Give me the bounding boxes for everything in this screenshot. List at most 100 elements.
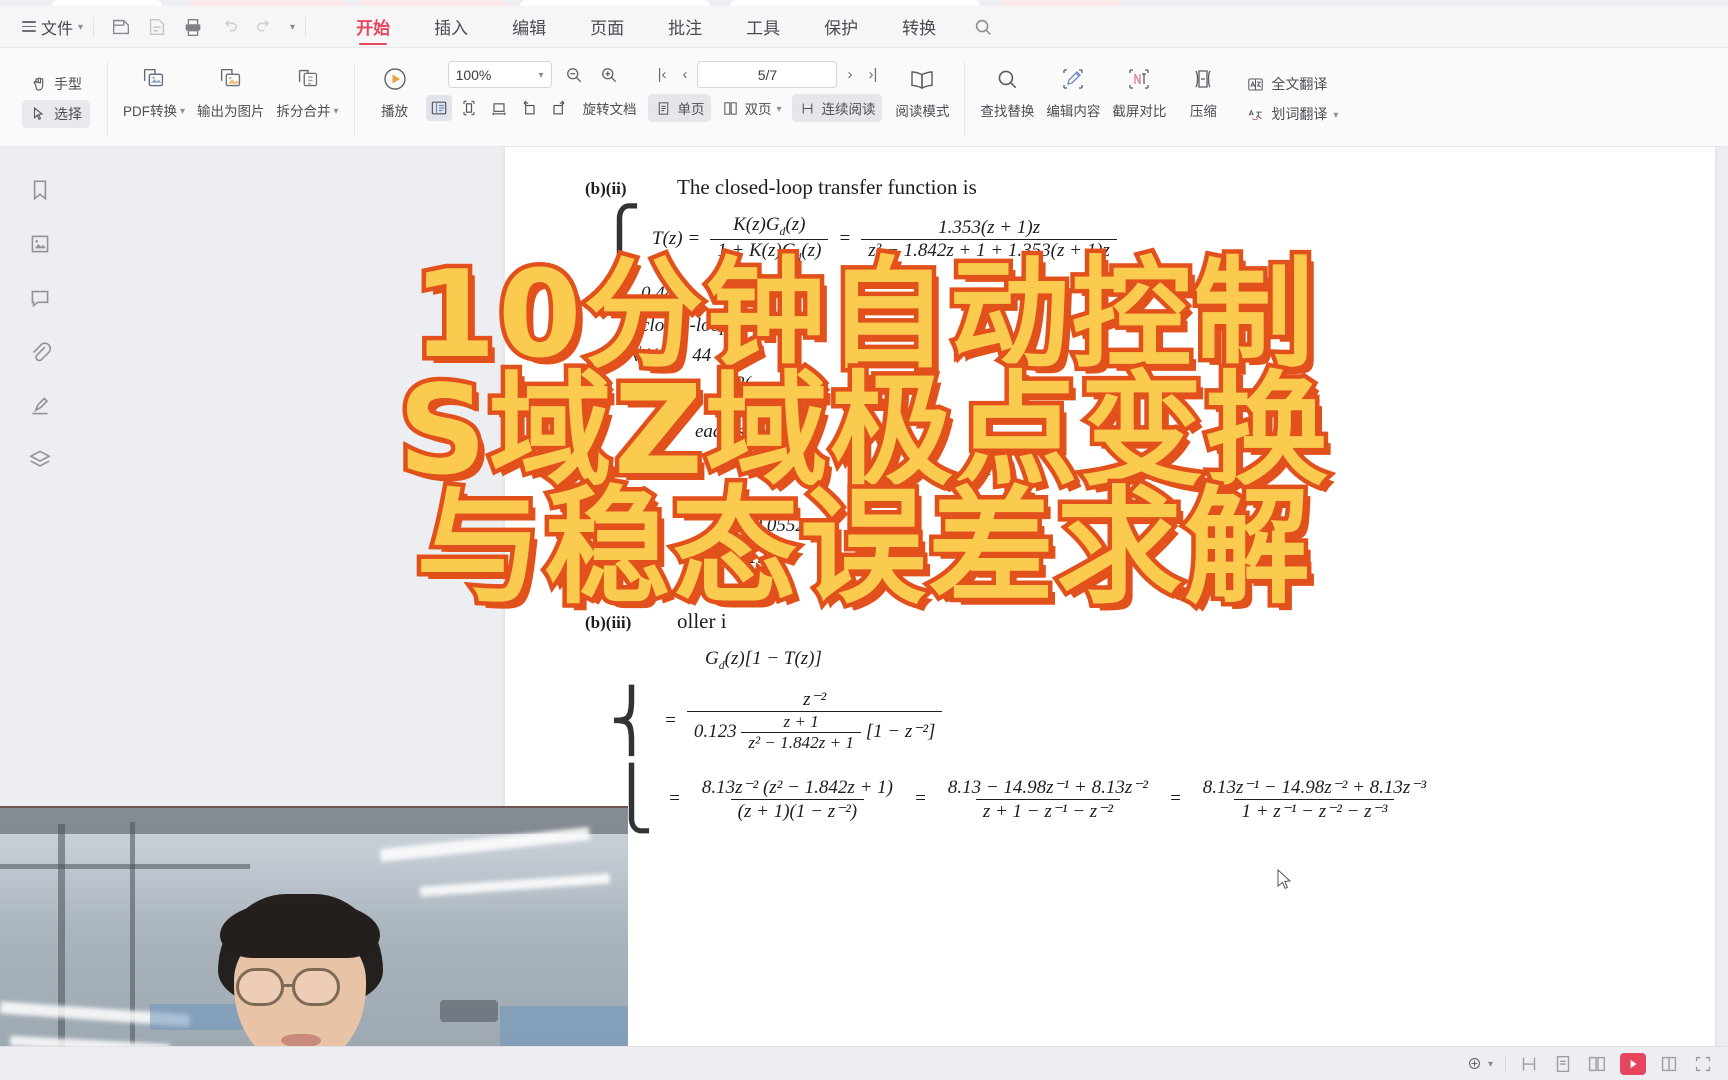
inner-fraction-denominator: z² − 1.842z + 1 (741, 732, 861, 753)
last-page-button[interactable]: ›| (862, 66, 883, 83)
pdf-heading-row: (b)(ii) The closed-loop transfer functio… (585, 175, 1655, 200)
play-button[interactable]: 播放 (364, 52, 426, 146)
fraction-2-numerator: 1.353(z + 1)z (938, 216, 1041, 238)
convert-group: PDF转换 ▾ 输出为图片 拆分合并 ▾ (117, 52, 345, 146)
actual-size-button[interactable] (486, 95, 512, 121)
fit-page-button[interactable] (425, 95, 452, 121)
fraction-3-denominator: 0.123 z + 1 z² − 1.842z + 1 [1 − z⁻²] (686, 711, 943, 753)
save-as-icon[interactable] (146, 16, 168, 38)
tab-page[interactable]: 页面 (568, 7, 646, 46)
comment-icon[interactable] (27, 285, 53, 311)
single-page-status-icon[interactable] (1518, 1053, 1540, 1075)
continuous-scroll-button[interactable]: 连续阅读 (792, 94, 883, 122)
split-merge-label: 拆分合并 (276, 104, 331, 119)
compress-icon (1189, 62, 1217, 96)
bookmark-icon[interactable] (27, 177, 53, 203)
equation-controller: ⎨ = z⁻² 0.123 z + 1 z² − 1.842z + 1 [1 −… (609, 688, 1655, 753)
pdf-content: (b)(ii) The closed-loop transfer functio… (585, 175, 1655, 829)
single-page-button[interactable]: 单页 (648, 94, 712, 122)
translate-word-button[interactable]: 划词翻译 ▾ (1238, 100, 1346, 128)
print-icon[interactable] (182, 16, 204, 38)
chevron-down-icon: ▾ (776, 103, 782, 115)
save-icon[interactable] (110, 16, 132, 38)
layers-icon[interactable] (27, 447, 53, 473)
translate-word-icon (1249, 108, 1263, 120)
zoom-out-button[interactable] (561, 62, 587, 88)
zoom-group: 100% ▾ 旋转文档 (425, 52, 644, 146)
prev-page-button[interactable]: ‹ (676, 66, 693, 83)
sqrt-line: √4( 89 44 (631, 345, 1655, 367)
compress-label: 压缩 (1189, 104, 1217, 119)
tab-insert[interactable]: 插入 (412, 7, 490, 46)
rotate-right-button[interactable] (546, 95, 572, 121)
tab-comment[interactable]: 批注 (646, 7, 724, 46)
denominator-2: 2( (735, 372, 751, 394)
record-icon[interactable] (1620, 1052, 1646, 1075)
pointer-mode-group: 手型 选择 (14, 52, 98, 146)
split-merge-button[interactable]: 拆分合并 ▾ (271, 52, 345, 146)
brace-glyph-2: ⎨ (609, 687, 654, 754)
search-replace-button[interactable]: 查找替换 (974, 52, 1040, 146)
tab-tools[interactable]: 工具 (724, 7, 802, 46)
controller-text: oller i (677, 608, 727, 633)
translate-word-label: 划词翻译 (1271, 106, 1328, 122)
rotate-left-button[interactable] (516, 95, 542, 121)
double-page-icon (724, 101, 738, 115)
status-bar: ▾ (0, 1046, 1728, 1080)
edit-content-label: 编辑内容 (1046, 104, 1101, 119)
menu-bar: 文件 ▾ ▾ 开始 插入 编辑 页面 批注 工具 保护 转换 (0, 6, 1728, 48)
section-label: (b)(ii) (585, 179, 627, 198)
hand-icon (33, 77, 44, 91)
fraction-1-numerator: K(z)Gd(z) (733, 214, 806, 238)
fraction-final-2-denominator: z + 1 − z⁻¹ − z⁻² (975, 798, 1120, 823)
search-icon[interactable] (972, 16, 994, 38)
fraction-3: z⁻² 0.123 z + 1 z² − 1.842z + 1 [1 − z⁻²… (686, 688, 943, 753)
page-number-input[interactable]: 5/7 (697, 61, 838, 88)
book-icon (908, 62, 936, 96)
first-page-button[interactable]: |‹ (652, 66, 673, 83)
translate-all-button[interactable]: 全文翻译 (1238, 70, 1346, 98)
pdf-convert-button[interactable]: PDF转换 ▾ (117, 52, 191, 146)
thumbnail-icon[interactable] (27, 231, 53, 257)
tab-convert[interactable]: 转换 (880, 7, 958, 46)
fit-width-button[interactable] (456, 95, 482, 121)
attachment-icon[interactable] (27, 339, 53, 365)
play-group: 播放 (364, 52, 426, 146)
reading-mode-button[interactable]: 阅读模式 (889, 52, 955, 146)
zoom-in-button[interactable] (596, 62, 622, 88)
steady-state-line: eady-state (695, 421, 1655, 443)
rotate-document-button[interactable]: 旋转文档 (576, 94, 644, 122)
chevron-down-icon[interactable]: ▾ (290, 22, 295, 33)
expand-icon[interactable] (1692, 1053, 1714, 1075)
redo-icon[interactable] (254, 16, 276, 38)
zoom-level-select[interactable]: 100% ▾ (447, 61, 552, 88)
status-zoom-indicator[interactable]: ▾ (1466, 1055, 1493, 1072)
single-page-icon (659, 101, 669, 115)
divider (353, 62, 355, 136)
edit-content-button[interactable]: 编辑内容 (1040, 52, 1106, 146)
compare-icon (1125, 62, 1153, 96)
export-image-button[interactable]: 输出为图片 (191, 52, 271, 146)
next-page-button[interactable]: › (841, 66, 858, 83)
compress-button[interactable]: 压缩 (1172, 52, 1234, 146)
cursor-arrow-icon (33, 106, 44, 121)
hand-tool-button[interactable]: 手型 (22, 70, 90, 98)
double-page-button[interactable]: 双页 ▾ (715, 94, 788, 122)
tab-edit[interactable]: 编辑 (490, 7, 568, 46)
single-page-label: 单页 (677, 102, 705, 117)
tab-protect[interactable]: 保护 (802, 7, 880, 46)
blue-panel-right (500, 1006, 628, 1046)
divider (305, 16, 307, 37)
undo-icon[interactable] (218, 16, 240, 38)
file-menu-button[interactable]: 文件 ▾ (22, 15, 83, 39)
tab-start[interactable]: 开始 (334, 7, 412, 46)
fraction-1: K(z)Gd(z) 1 + K(z)Gd(z) (710, 214, 829, 265)
equals-sign-2: = (664, 709, 677, 731)
glasses-left-lens (236, 968, 284, 1006)
compare-button[interactable]: 截屏对比 (1106, 52, 1172, 146)
select-tool-button[interactable]: 选择 (22, 100, 90, 128)
double-page-status-icon[interactable] (1552, 1053, 1574, 1075)
signature-icon[interactable] (27, 393, 53, 419)
grid-status-icon[interactable] (1586, 1053, 1608, 1075)
fullscreen-icon[interactable] (1658, 1053, 1680, 1075)
